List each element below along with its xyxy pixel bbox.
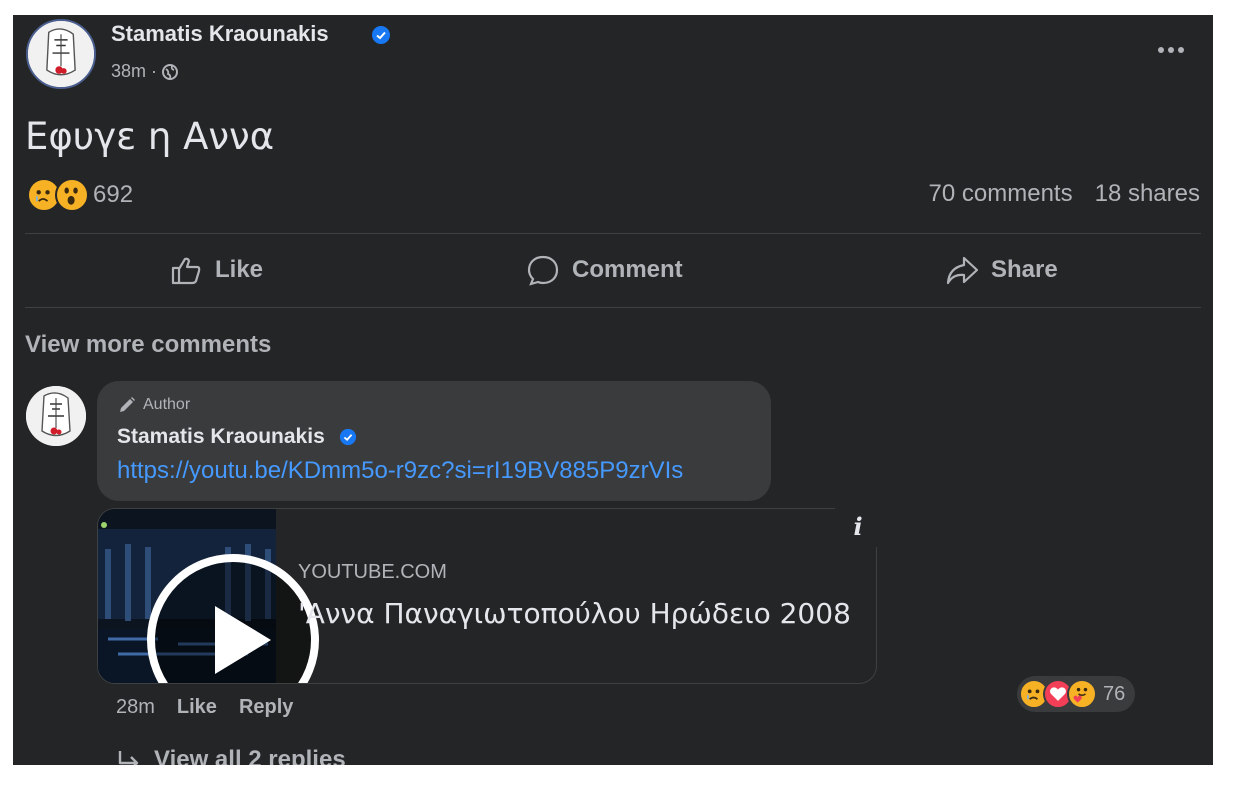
like-button[interactable]: Like bbox=[169, 255, 263, 285]
comment-time[interactable]: 28m bbox=[116, 696, 155, 719]
facebook-post: Stamatis Kraounakis 38m · Εφυγε η Αννα 6… bbox=[13, 15, 1213, 765]
post-time[interactable]: 38m · bbox=[111, 61, 157, 82]
shares-count[interactable]: 18 shares bbox=[1095, 180, 1200, 208]
comment-reactions[interactable]: 76 bbox=[1017, 676, 1136, 712]
more-options-button[interactable] bbox=[1151, 35, 1191, 65]
more-dot-icon bbox=[1168, 47, 1174, 53]
comment-bubble-icon bbox=[527, 255, 559, 286]
author-badge-label: Author bbox=[143, 396, 191, 413]
author-avatar[interactable] bbox=[26, 19, 96, 89]
link-preview-card[interactable]: YOUTUBE.COM 'Αννα Παναγιωτοπούλου Ηρώδει… bbox=[97, 508, 877, 684]
share-button[interactable]: Share bbox=[945, 255, 1058, 285]
info-button[interactable]: i bbox=[835, 505, 881, 547]
author-badge: Author bbox=[117, 395, 190, 415]
pencil-icon bbox=[120, 397, 135, 412]
link-title[interactable]: 'Αννα Παναγιωτοπούλου Ηρώδειο 2008 bbox=[298, 597, 851, 630]
comment-link[interactable]: https://youtu.be/KDmm5o-r9zc?si=rI19BV88… bbox=[117, 457, 683, 485]
reply-arrow-icon bbox=[118, 751, 139, 765]
like-label: Like bbox=[215, 256, 264, 283]
comment-reply-button[interactable]: Reply bbox=[239, 696, 293, 719]
comment-reaction-count: 76 bbox=[1103, 682, 1126, 705]
comment-footer: 28m Like Reply bbox=[116, 696, 293, 719]
globe-icon bbox=[162, 63, 179, 80]
comment-button[interactable]: Comment bbox=[526, 255, 683, 286]
more-dot-icon bbox=[1158, 47, 1164, 53]
comments-count[interactable]: 70 comments bbox=[929, 180, 1073, 208]
share-label: Share bbox=[991, 256, 1058, 283]
share-arrow-icon bbox=[946, 256, 979, 285]
wow-emoji-icon bbox=[55, 178, 89, 212]
comment-like-button[interactable]: Like bbox=[177, 696, 217, 719]
care-emoji-icon bbox=[1067, 679, 1097, 709]
view-replies-link[interactable]: View all 2 replies bbox=[116, 746, 346, 765]
reaction-count[interactable]: 692 bbox=[93, 181, 133, 209]
video-thumbnail[interactable] bbox=[98, 509, 319, 683]
post-text: Εφυγε η Αννα bbox=[25, 115, 275, 158]
play-icon[interactable] bbox=[144, 552, 322, 684]
verified-badge-icon bbox=[339, 428, 357, 446]
post-meta: 38m · bbox=[111, 61, 179, 82]
comment-author-name[interactable]: Stamatis Kraounakis bbox=[117, 425, 325, 449]
post-author-name[interactable]: Stamatis Kraounakis bbox=[111, 21, 329, 47]
divider bbox=[25, 233, 1201, 234]
comment-label: Comment bbox=[572, 256, 683, 283]
view-more-comments-link[interactable]: View more comments bbox=[25, 331, 271, 359]
view-replies-label: View all 2 replies bbox=[154, 746, 346, 765]
verified-badge-icon bbox=[372, 26, 390, 44]
thumbs-up-icon bbox=[171, 257, 201, 285]
engagement-counts: 70 comments 18 shares bbox=[929, 180, 1200, 208]
link-domain: YOUTUBE.COM bbox=[298, 561, 447, 583]
divider bbox=[25, 307, 1201, 308]
more-dot-icon bbox=[1178, 47, 1184, 53]
post-reactions[interactable]: 692 bbox=[27, 178, 133, 212]
comment-bubble: Author Stamatis Kraounakis https://youtu… bbox=[97, 381, 771, 501]
commenter-avatar[interactable] bbox=[26, 386, 86, 446]
